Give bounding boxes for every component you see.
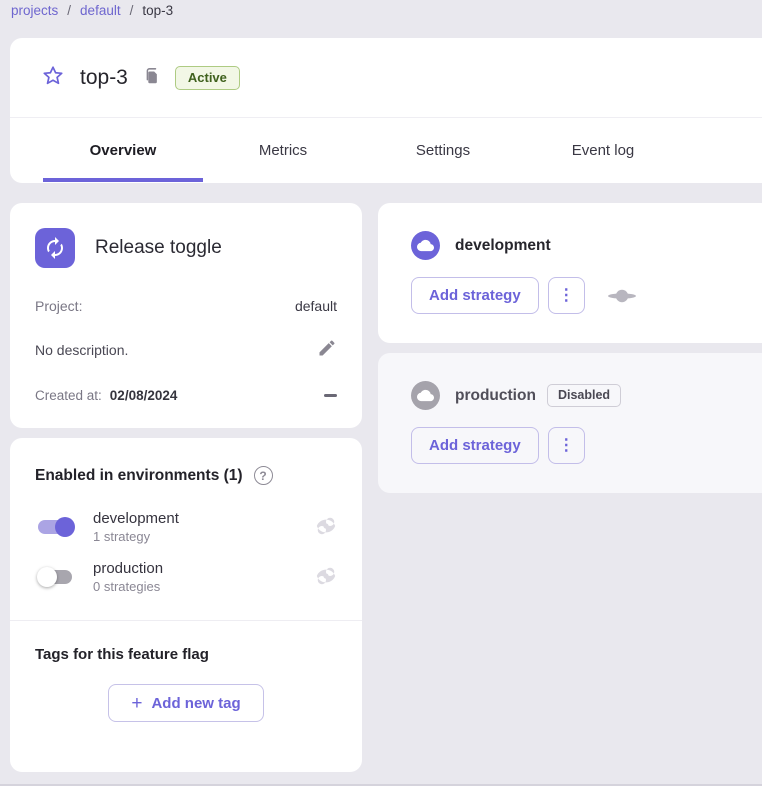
plus-icon: + <box>131 694 142 713</box>
description-row: No description. <box>35 338 337 361</box>
environment-card-name: development <box>455 237 551 255</box>
breadcrumb-current-page: top-3 <box>142 3 173 18</box>
environments-panel-header: Enabled in environments (1) ? <box>35 466 337 485</box>
toggle-knob <box>37 567 57 587</box>
tab-bar: Overview Metrics Settings Event log <box>10 118 762 182</box>
project-label: Project: <box>35 298 82 314</box>
star-icon <box>41 64 65 91</box>
edit-description-button[interactable] <box>317 338 337 361</box>
created-at-row: Created at: 02/08/2024 <box>35 388 337 403</box>
environment-actions-row: Add strategy ⋮ <box>411 277 762 314</box>
help-icon[interactable]: ? <box>254 466 273 485</box>
pencil-icon <box>317 338 337 361</box>
environment-name: development <box>93 510 179 527</box>
tab-metrics[interactable]: Metrics <box>203 118 363 182</box>
kebab-icon: ⋮ <box>558 438 574 454</box>
environments-side-panel: Enabled in environments (1) ? developmen… <box>10 438 362 772</box>
favorite-star-button[interactable] <box>41 64 65 91</box>
add-strategy-button[interactable]: Add strategy <box>411 427 539 464</box>
environment-info: development 1 strategy <box>93 510 179 544</box>
production-toggle[interactable] <box>35 565 77 589</box>
environment-row-development: development 1 strategy <box>35 510 337 544</box>
feature-type-label: Release toggle <box>95 237 222 259</box>
breadcrumb-projects-link[interactable]: projects <box>11 3 58 18</box>
add-new-tag-label: Add new tag <box>151 695 240 712</box>
preview-development-button[interactable] <box>315 515 337 540</box>
environment-card-name: production <box>455 387 536 405</box>
tab-label: Settings <box>416 142 470 159</box>
tab-overview[interactable]: Overview <box>43 118 203 182</box>
active-tab-indicator <box>43 178 203 182</box>
environment-card-header: development <box>411 231 762 260</box>
environment-actions-row: Add strategy ⋮ <box>411 427 762 464</box>
tab-label: Event log <box>572 142 635 159</box>
environment-strategy-count: 1 strategy <box>93 529 179 544</box>
tags-section-title: Tags for this feature flag <box>35 646 337 663</box>
environment-card-development: development Add strategy ⋮ <box>378 203 762 343</box>
page-title: top-3 <box>80 66 128 90</box>
tab-settings[interactable]: Settings <box>363 118 523 182</box>
toggle-knob <box>55 517 75 537</box>
project-row: Project: default <box>35 298 337 314</box>
panel-divider <box>10 620 362 621</box>
tab-label: Overview <box>90 142 157 159</box>
breadcrumb-separator: / <box>67 3 71 18</box>
development-toggle[interactable] <box>35 515 77 539</box>
environment-menu-button[interactable]: ⋮ <box>548 427 585 464</box>
environment-row-production: production 0 strategies <box>35 560 337 594</box>
preview-production-button[interactable] <box>315 565 337 590</box>
feature-overview-card: Release toggle Project: default No descr… <box>10 203 362 428</box>
created-at-value: 02/08/2024 <box>110 388 178 403</box>
environment-info: production 0 strategies <box>93 560 163 594</box>
environments-panel-title: Enabled in environments (1) <box>35 467 243 485</box>
description-text: No description. <box>35 342 128 358</box>
eye-icon <box>315 565 337 590</box>
copy-icon <box>142 67 160 88</box>
status-badge: Active <box>175 66 240 90</box>
kebab-icon: ⋮ <box>558 288 574 304</box>
environment-strategy-count: 0 strategies <box>93 579 163 594</box>
created-at-label: Created at: <box>35 388 102 403</box>
disabled-badge: Disabled <box>547 384 621 407</box>
tab-event-log[interactable]: Event log <box>523 118 683 182</box>
add-strategy-button[interactable]: Add strategy <box>411 277 539 314</box>
tab-label: Metrics <box>259 142 307 159</box>
environment-menu-button[interactable]: ⋮ <box>548 277 585 314</box>
breadcrumb-separator: / <box>130 3 134 18</box>
feature-header-card: top-3 Active Overview Metrics Settings E… <box>10 38 762 183</box>
environment-card-production: production Disabled Add strategy ⋮ <box>378 353 762 493</box>
cloud-icon <box>411 231 440 260</box>
add-new-tag-button[interactable]: + Add new tag <box>108 684 264 722</box>
no-metrics-icon <box>607 288 637 304</box>
eye-icon <box>315 515 337 540</box>
cloud-icon <box>411 381 440 410</box>
breadcrumb: projects / default / top-3 <box>11 3 173 18</box>
feature-title-row: top-3 Active <box>10 38 762 118</box>
collapse-button[interactable] <box>324 394 337 397</box>
breadcrumb-default-link[interactable]: default <box>80 3 121 18</box>
minus-icon <box>324 394 337 397</box>
environment-name: production <box>93 560 163 577</box>
release-toggle-icon <box>35 228 75 268</box>
copy-name-button[interactable] <box>142 67 160 88</box>
environment-card-header: production Disabled <box>411 381 762 410</box>
feature-type-header: Release toggle <box>35 228 337 268</box>
project-value: default <box>295 298 337 314</box>
